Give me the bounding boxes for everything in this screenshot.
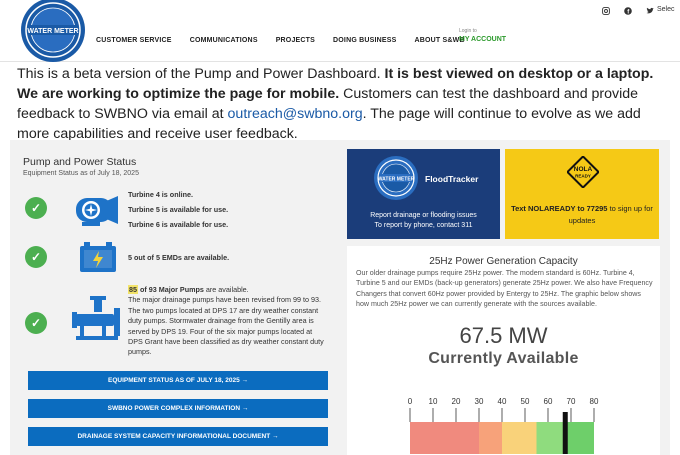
instagram-icon[interactable] bbox=[601, 6, 611, 16]
gauge-tick-label: 40 bbox=[498, 397, 507, 406]
gauge-tick-label: 50 bbox=[521, 397, 530, 406]
floodtracker-line-1: Report drainage or flooding issues bbox=[370, 212, 477, 219]
gauge-tick-label: 70 bbox=[567, 397, 576, 406]
battery-icon bbox=[80, 242, 116, 272]
gauge-tick-label: 80 bbox=[590, 397, 599, 406]
power-capacity-title: 25Hz Power Generation Capacity bbox=[429, 256, 578, 267]
facebook-icon[interactable]: f bbox=[623, 6, 633, 16]
check-icon: ✓ bbox=[25, 197, 47, 219]
power-capacity-card: 25Hz Power Generation Capacity Our older… bbox=[347, 246, 660, 455]
power-available-value: 67.5 MW bbox=[459, 323, 548, 348]
gauge-band bbox=[566, 422, 594, 454]
svg-text:NOLA: NOLA bbox=[574, 166, 593, 173]
nolaready-sign-icon: NOLA READY bbox=[567, 156, 599, 188]
floodtracker-card[interactable]: WATER METER FloodTracker Report drainage… bbox=[347, 149, 500, 239]
gauge-tick-label: 20 bbox=[452, 397, 461, 406]
svg-text:WATER METER: WATER METER bbox=[378, 177, 415, 183]
status-title: Pump and Power Status bbox=[23, 156, 137, 168]
turbine-4-status: Turbine 4 is online. bbox=[128, 190, 193, 199]
login-label: Login to bbox=[459, 28, 477, 34]
power-complex-info-button[interactable]: SWBNO POWER COMPLEX INFORMATION → bbox=[28, 399, 328, 418]
gauge-tick-label: 30 bbox=[475, 397, 484, 406]
power-gauge: 0 10 20 30 40 50 60 70 80 bbox=[408, 397, 599, 454]
language-select[interactable]: Selec bbox=[657, 6, 675, 13]
pump-power-status-panel: Pump and Power Status Equipment Status a… bbox=[10, 148, 340, 455]
gauge-tick-label: 0 bbox=[408, 397, 413, 406]
main-nav: CUSTOMER SERVICE COMMUNICATIONS PROJECTS… bbox=[96, 37, 483, 44]
svg-text:READY: READY bbox=[575, 174, 591, 179]
nav-customer-service[interactable]: CUSTOMER SERVICE bbox=[96, 37, 172, 44]
power-capacity-description: Our older drainage pumps require 25Hz po… bbox=[356, 269, 653, 308]
nolaready-card[interactable]: NOLA READY Text NOLAREADY to 77295 to si… bbox=[505, 149, 659, 239]
gauge-band bbox=[479, 422, 502, 454]
logo-text: WATER METER bbox=[27, 28, 78, 35]
check-icon: ✓ bbox=[25, 312, 47, 334]
nav-doing-business[interactable]: DOING BUSINESS bbox=[333, 37, 396, 44]
swbno-logo[interactable]: WATER METER bbox=[18, 0, 88, 62]
site-header: WATER METER CUSTOMER SERVICE COMMUNICATI… bbox=[0, 0, 680, 62]
gauge-marker bbox=[562, 412, 568, 454]
equipment-status-button[interactable]: EQUIPMENT STATUS AS OF JULY 18, 2025 → bbox=[28, 371, 328, 390]
gauge-tick-label: 60 bbox=[544, 397, 553, 406]
check-icon: ✓ bbox=[25, 246, 47, 268]
floodtracker-line-2: To report by phone, contact 311 bbox=[374, 222, 473, 229]
major-pumps-count: 85 bbox=[128, 285, 138, 294]
drainage-capacity-doc-button[interactable]: DRAINAGE SYSTEM CAPACITY INFORMATIONAL D… bbox=[28, 427, 328, 446]
status-date: Equipment Status as of July 18, 2025 bbox=[23, 170, 139, 177]
nav-communications[interactable]: COMMUNICATIONS bbox=[190, 37, 258, 44]
floodtracker-title: FloodTracker bbox=[425, 174, 479, 184]
major-pumps-total: of 93 Major Pumps bbox=[138, 285, 204, 294]
turbine-icon bbox=[76, 196, 118, 226]
nav-projects[interactable]: PROJECTS bbox=[276, 37, 315, 44]
major-pumps-text: 85 of 93 Major Pumps are available. The … bbox=[128, 285, 328, 358]
turbine-6-status: Turbine 6 is available for use. bbox=[128, 220, 229, 229]
nav-about[interactable]: ABOUT S&WB bbox=[415, 37, 465, 44]
gauge-band bbox=[410, 422, 479, 454]
major-pumps-suffix: are available. bbox=[203, 285, 249, 294]
floodtracker-subtitle: Report drainage or flooding issues To re… bbox=[347, 211, 500, 231]
twitter-icon[interactable] bbox=[645, 6, 655, 16]
nolaready-text-bold: Text NOLAREADY to 77295 bbox=[511, 204, 608, 213]
gauge-tick-label: 10 bbox=[429, 397, 438, 406]
pump-icon bbox=[72, 296, 120, 340]
gauge-band bbox=[536, 422, 567, 454]
email-link[interactable]: outreach@swbno.org bbox=[228, 106, 363, 122]
power-available-label: Currently Available bbox=[428, 350, 579, 367]
account-link[interactable]: Login to MY ACCOUNT bbox=[459, 28, 506, 43]
nolaready-text: Text NOLAREADY to 77295 to sign up for u… bbox=[509, 203, 655, 227]
notice-text-1: This is a beta version of the Pump and P… bbox=[17, 66, 385, 82]
gauge-band bbox=[502, 422, 537, 454]
major-pumps-body: The major drainage pumps have been revis… bbox=[128, 295, 324, 357]
beta-notice: This is a beta version of the Pump and P… bbox=[17, 64, 667, 144]
emd-status: 5 out of 5 EMDs are available. bbox=[128, 253, 230, 262]
my-account-link[interactable]: MY ACCOUNT bbox=[459, 36, 506, 43]
turbine-5-status: Turbine 5 is available for use. bbox=[128, 205, 229, 214]
floodtracker-logo: WATER METER bbox=[374, 156, 418, 200]
